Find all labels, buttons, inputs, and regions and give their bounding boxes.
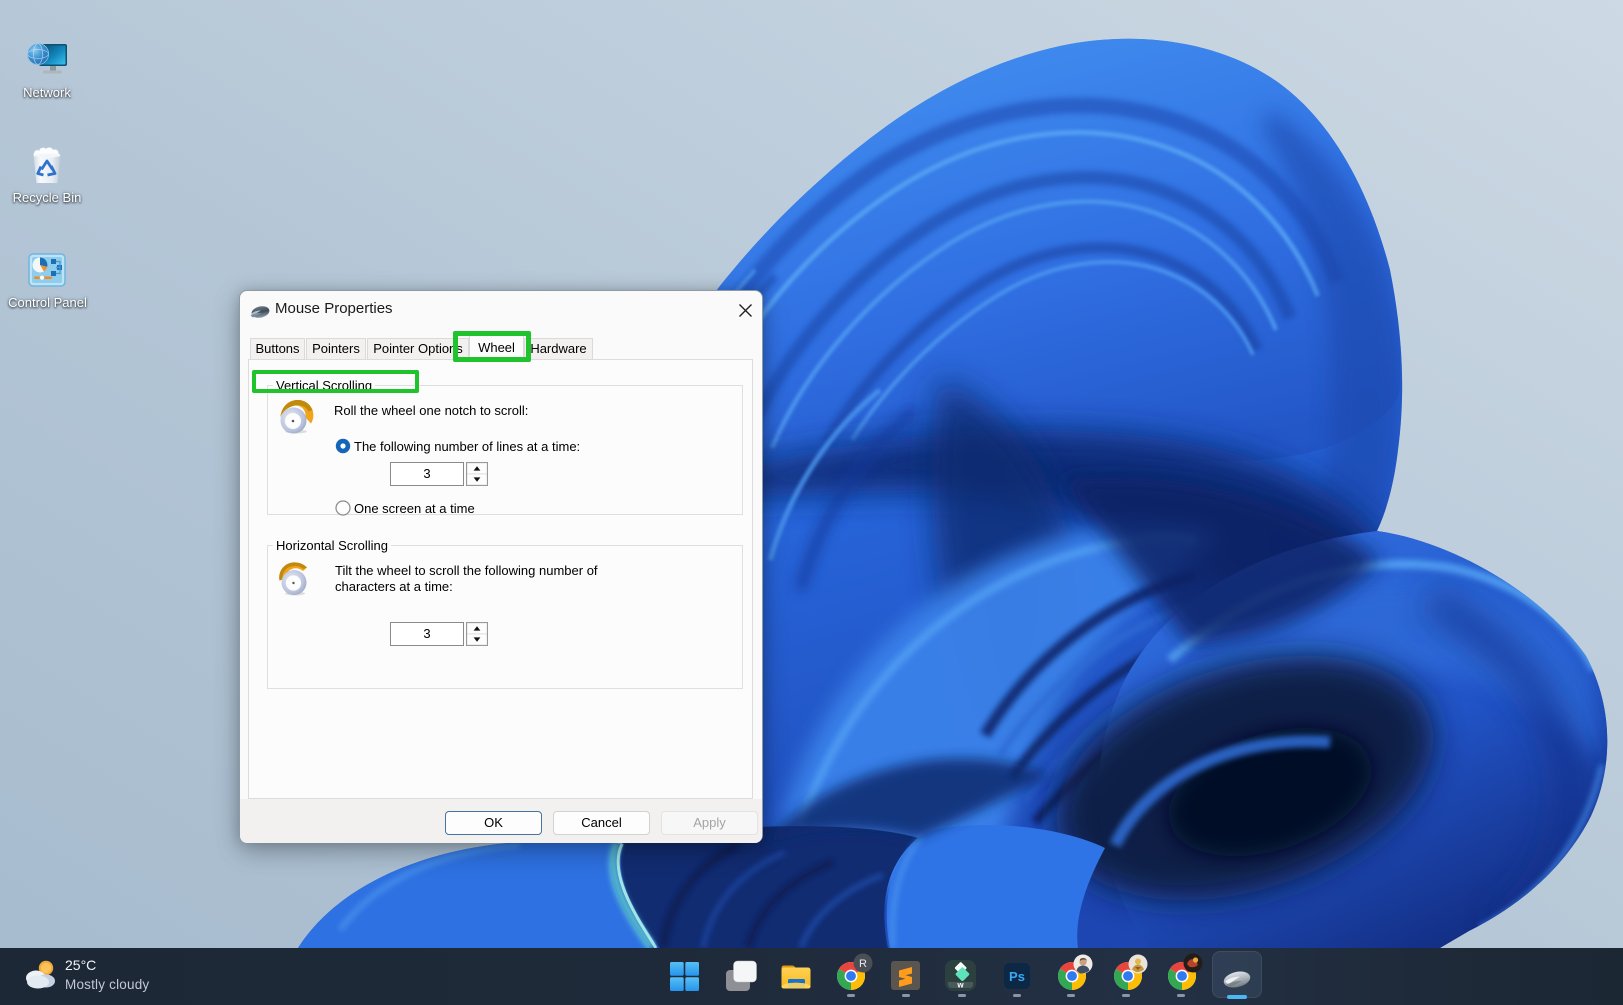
svg-text:w: w [956, 981, 964, 990]
svg-text:R: R [859, 958, 867, 970]
svg-text:Ps: Ps [1009, 969, 1025, 984]
